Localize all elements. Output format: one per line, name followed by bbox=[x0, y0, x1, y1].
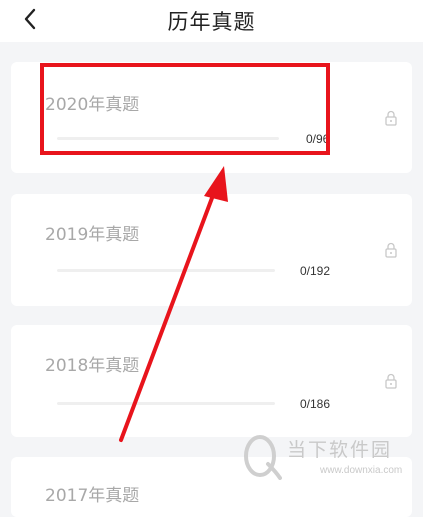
watermark: 当下软件园 www.downxia.com bbox=[240, 430, 410, 490]
annotation-arrow bbox=[119, 166, 228, 442]
watermark-brand: 当下软件园 bbox=[287, 439, 393, 461]
watermark-url: www.downxia.com bbox=[320, 465, 403, 476]
watermark-logo-icon bbox=[244, 435, 282, 480]
